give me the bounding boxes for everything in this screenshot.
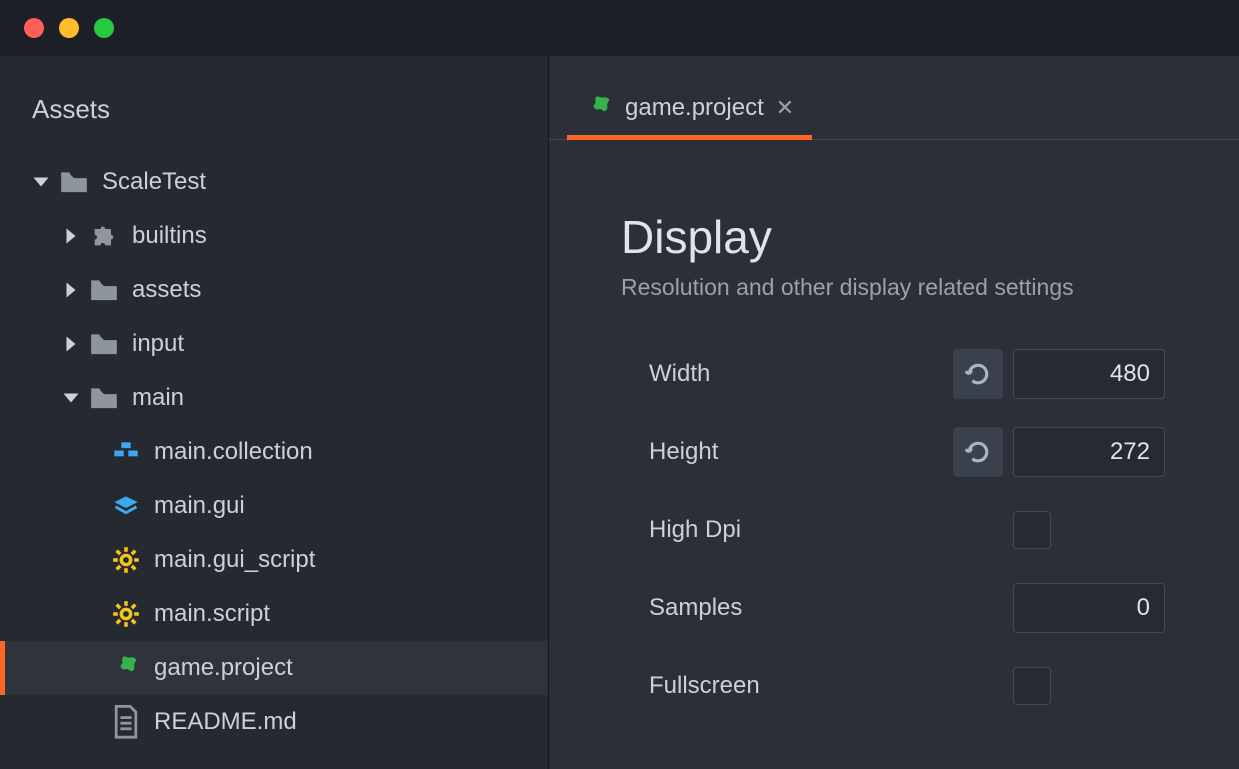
property-row-samples: Samples — [621, 569, 1211, 647]
window-titlebar — [0, 0, 1239, 56]
property-label: Samples — [649, 594, 953, 622]
window-close-button[interactable] — [24, 18, 44, 38]
window-minimize-button[interactable] — [59, 18, 79, 38]
property-label: Height — [649, 438, 953, 466]
fullscreen-checkbox[interactable] — [1013, 667, 1051, 705]
caret-down-icon — [32, 173, 50, 191]
layers-icon — [112, 492, 140, 520]
tree-label: main.gui — [154, 492, 245, 520]
tree-label: input — [132, 330, 184, 358]
tree-file-main-script[interactable]: main.script — [0, 587, 548, 641]
undo-icon — [963, 437, 993, 467]
folder-icon — [90, 330, 118, 358]
collection-icon — [112, 438, 140, 466]
property-row-width: Width — [621, 335, 1211, 413]
project-icon — [112, 654, 140, 682]
puzzle-icon — [90, 222, 118, 250]
reset-button[interactable] — [953, 349, 1003, 399]
section-subtitle: Resolution and other display related set… — [621, 274, 1211, 301]
tree-file-main-gui[interactable]: main.gui — [0, 479, 548, 533]
tree-folder-input[interactable]: input — [0, 317, 548, 371]
editor-body: Display Resolution and other display rel… — [549, 140, 1239, 725]
undo-icon — [963, 359, 993, 389]
gear-icon — [112, 546, 140, 574]
caret-right-icon — [62, 281, 80, 299]
tree-folder-assets[interactable]: assets — [0, 263, 548, 317]
caret-right-icon — [62, 335, 80, 353]
tree-folder-builtins[interactable]: builtins — [0, 209, 548, 263]
property-row-height: Height — [621, 413, 1211, 491]
tree-file-main-gui-script[interactable]: main.gui_script — [0, 533, 548, 587]
reset-button[interactable] — [953, 427, 1003, 477]
tab-label: game.project — [625, 94, 764, 122]
property-label: High Dpi — [649, 516, 953, 544]
tree-label: main.script — [154, 600, 270, 628]
tree-file-main-collection[interactable]: main.collection — [0, 425, 548, 479]
tab-game-project[interactable]: game.project ✕ — [567, 80, 812, 140]
project-icon — [585, 97, 613, 119]
assets-panel-title: Assets — [0, 80, 548, 155]
window-zoom-button[interactable] — [94, 18, 114, 38]
folder-icon — [90, 276, 118, 304]
tree-folder-scaletest[interactable]: ScaleTest — [0, 155, 548, 209]
tree-folder-main[interactable]: main — [0, 371, 548, 425]
caret-down-icon — [62, 389, 80, 407]
folder-icon — [90, 384, 118, 412]
assets-tree: ScaleTest builtins asset — [0, 155, 548, 749]
tree-label: main — [132, 384, 184, 412]
property-label: Width — [649, 360, 953, 388]
samples-input[interactable] — [1013, 583, 1165, 633]
tree-file-readme[interactable]: README.md — [0, 695, 548, 749]
section-title: Display — [621, 210, 1211, 264]
folder-icon — [60, 168, 88, 196]
height-input[interactable] — [1013, 427, 1165, 477]
width-input[interactable] — [1013, 349, 1165, 399]
document-icon — [112, 708, 140, 736]
property-row-fullscreen: Fullscreen — [621, 647, 1211, 725]
property-row-highdpi: High Dpi — [621, 491, 1211, 569]
tree-label: ScaleTest — [102, 168, 206, 196]
tree-label: main.collection — [154, 438, 313, 466]
tree-file-game-project[interactable]: game.project — [0, 641, 548, 695]
close-icon[interactable]: ✕ — [776, 95, 794, 121]
tree-label: assets — [132, 276, 201, 304]
tree-label: README.md — [154, 708, 297, 736]
editor-area: game.project ✕ Display Resolution and ot… — [548, 56, 1239, 769]
tree-label: game.project — [154, 654, 293, 682]
caret-right-icon — [62, 227, 80, 245]
tree-label: main.gui_script — [154, 546, 315, 574]
assets-panel: Assets ScaleTest builtins — [0, 56, 548, 769]
tree-label: builtins — [132, 222, 207, 250]
gear-icon — [112, 600, 140, 628]
property-label: Fullscreen — [649, 672, 953, 700]
highdpi-checkbox[interactable] — [1013, 511, 1051, 549]
editor-tabs: game.project ✕ — [549, 80, 1239, 140]
